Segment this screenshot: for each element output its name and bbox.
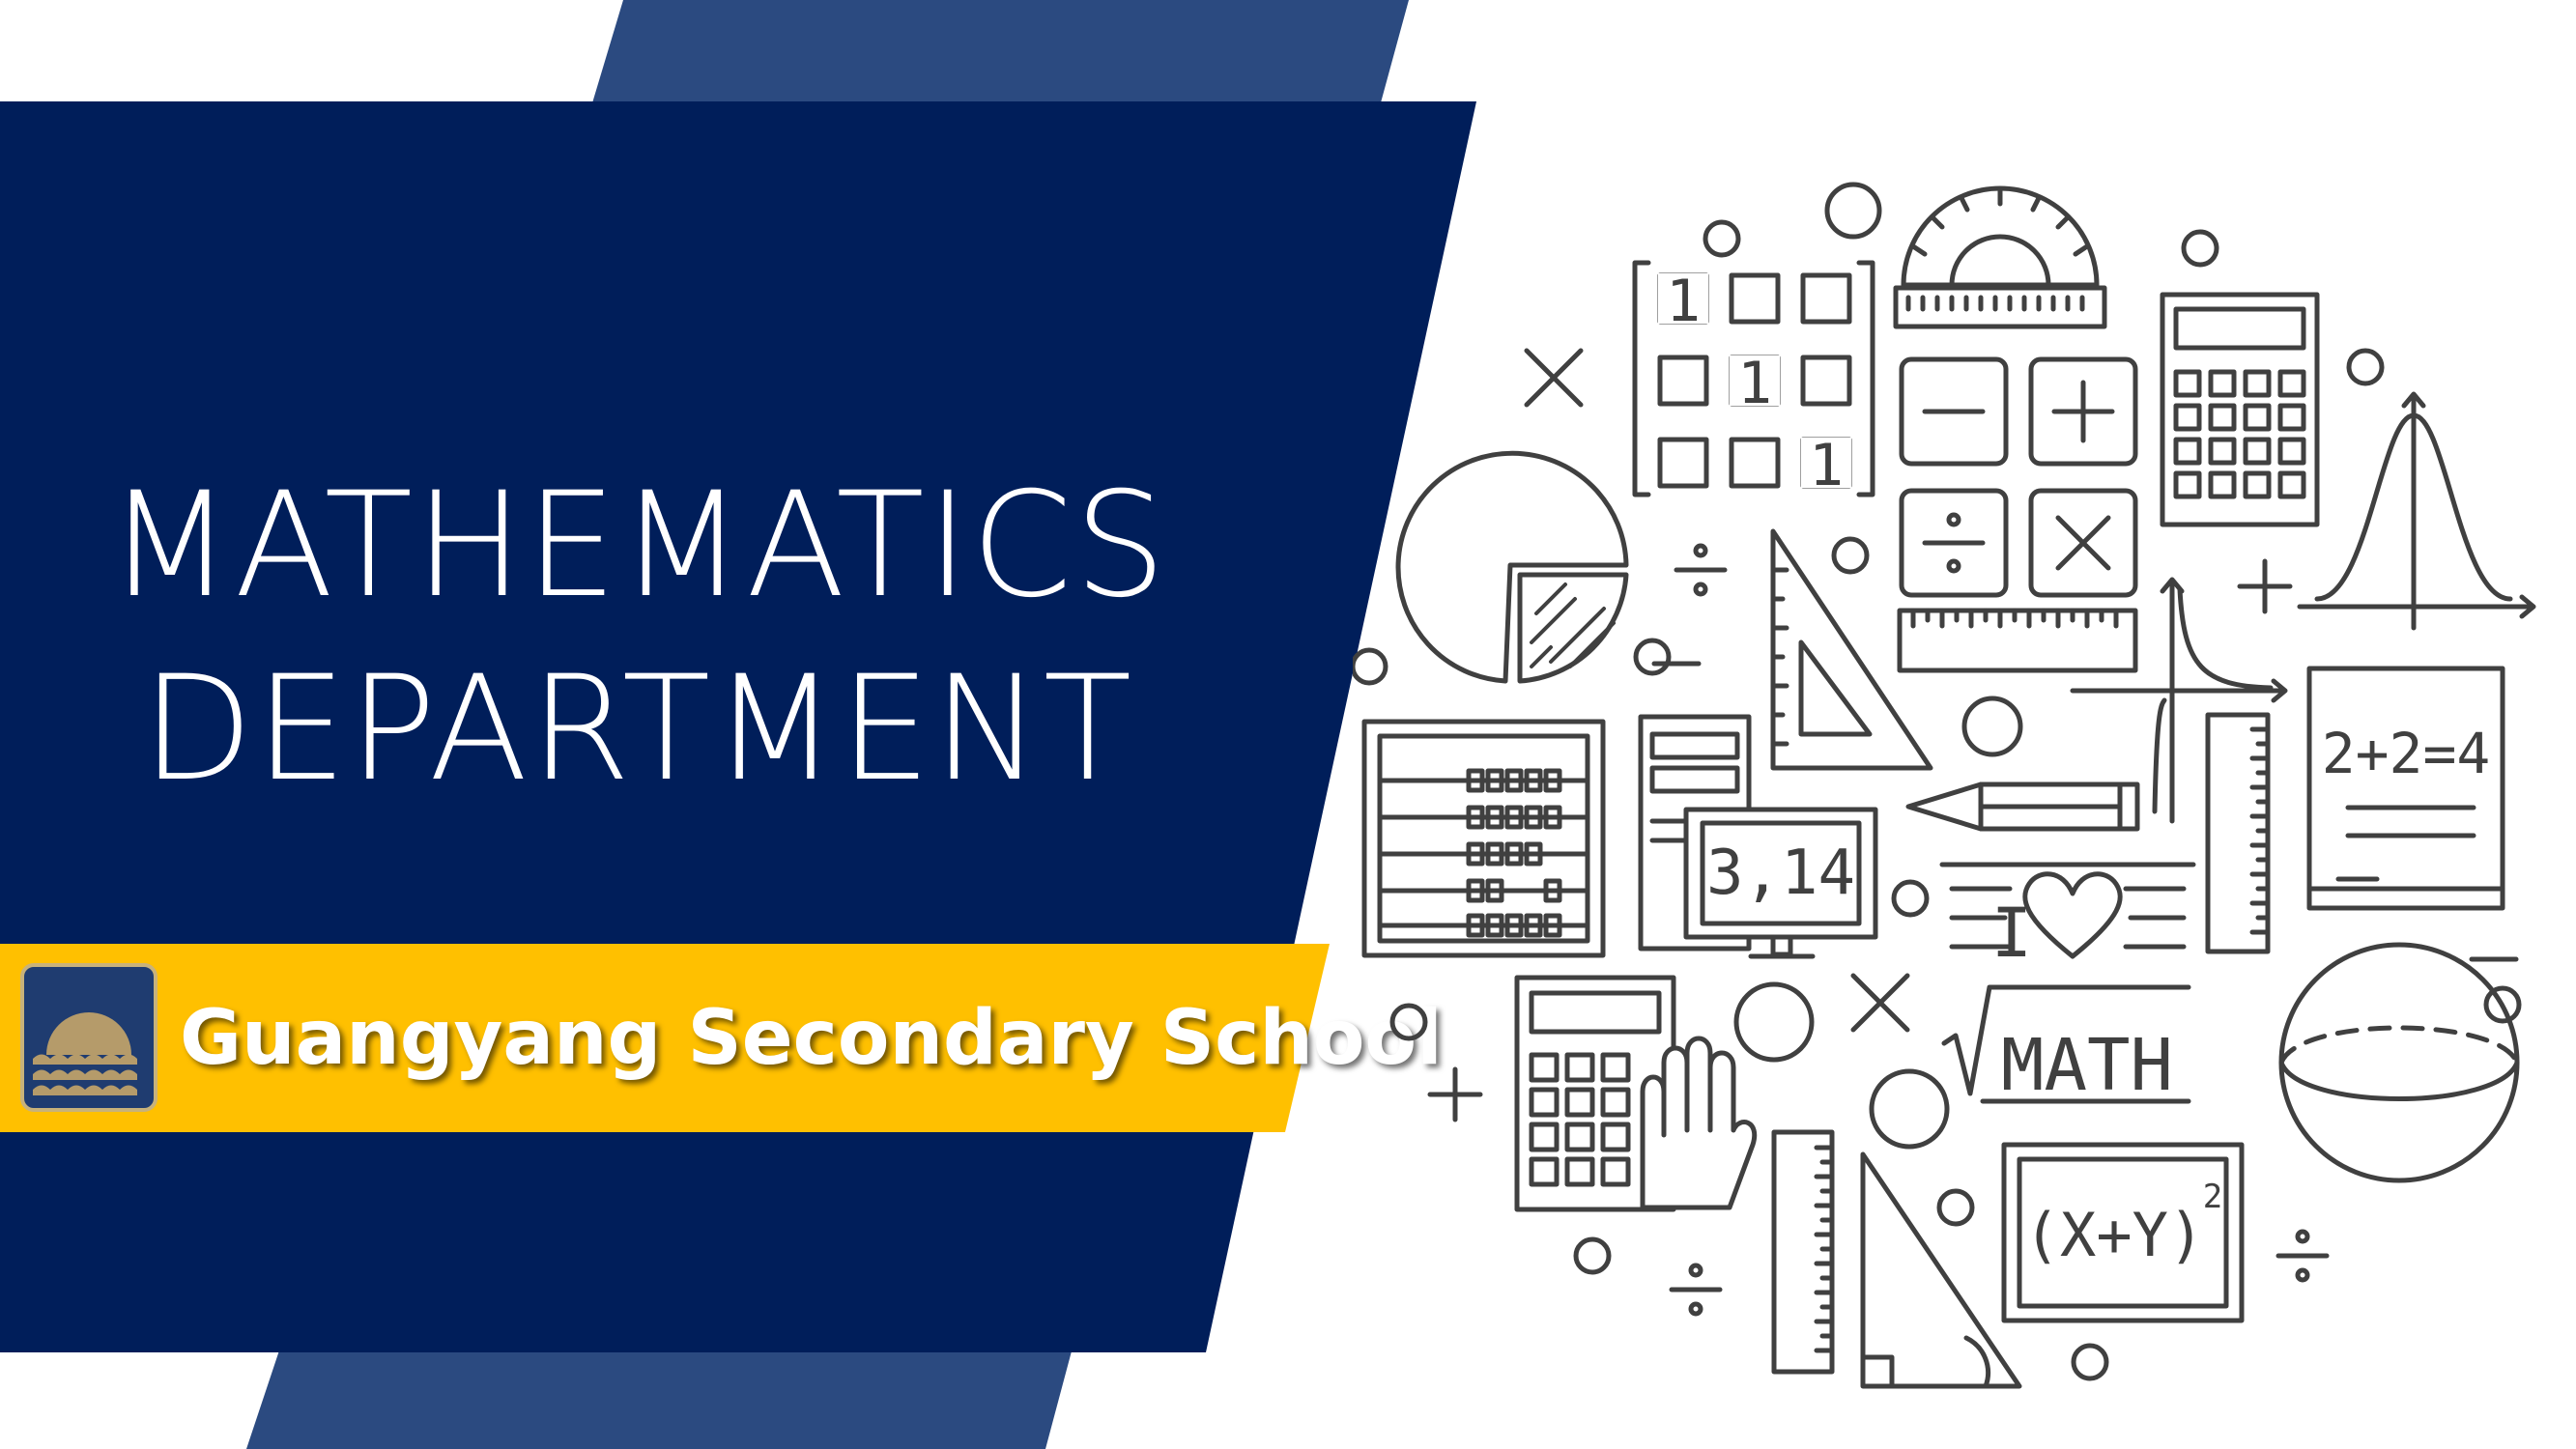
sphere-icon [2278, 942, 2520, 1183]
circle-icon [1353, 647, 1388, 686]
abacus-icon [1361, 719, 1606, 958]
ruler-icon [1771, 1129, 1835, 1375]
blackboard-equation: 2+2=4 [2322, 721, 2491, 786]
love-math-icon [1939, 862, 2196, 959]
calculator-icon [2160, 292, 2320, 527]
circle-icon [1703, 219, 1741, 258]
hand-icon [1640, 1036, 1758, 1210]
bell-curve-icon [2297, 391, 2536, 631]
formula-exponent: 2 [2203, 1178, 2222, 1216]
divide-icon [1674, 543, 1728, 597]
multiply-icon [1850, 973, 1910, 1033]
set-square-icon [1860, 1151, 2022, 1389]
matrix-cell: 1 [1737, 350, 1772, 417]
set-square-icon [1770, 528, 1933, 771]
ruler-icon [1897, 608, 2138, 673]
plus-icon [1427, 1066, 1483, 1122]
title-line-1: MATHEMATICS [107, 462, 1168, 630]
school-logo [20, 963, 157, 1112]
title-line-2: DEPARTMENT [141, 645, 1134, 813]
ruler-icon [2205, 712, 2271, 954]
circle-icon [1869, 1068, 1950, 1150]
circle-icon [2346, 348, 2385, 386]
circle-icon [1389, 1003, 1428, 1041]
protractor-icon [1893, 185, 2107, 329]
page-title: MATHEMATICS DEPARTMENT [87, 454, 1188, 821]
multiply-icon [1524, 348, 1584, 408]
circle-icon [1961, 696, 2023, 757]
circle-icon [2071, 1343, 2109, 1381]
matrix-cell: 1 [1666, 268, 1701, 335]
math-doodle-illustration: 1 1 1 2+2=4 3,14 I MATH (X+Y) 2 [1353, 182, 2536, 1389]
circle-icon [1936, 1188, 1975, 1227]
circle-icon [1733, 981, 1815, 1063]
circle-icon [1824, 182, 1882, 240]
sqrt-math-text: MATH [2001, 1024, 2173, 1107]
love-text: I [1991, 894, 2032, 973]
circle-icon [1891, 879, 1930, 918]
circle-icon [2181, 229, 2219, 268]
formula-text: (X+Y) [2024, 1200, 2205, 1270]
circle-icon [1573, 1236, 1612, 1275]
heart-icon [2022, 871, 2123, 959]
blackboard-icon [2306, 666, 2505, 911]
operator-keys-icon [1899, 356, 2138, 598]
divide-icon [2275, 1229, 2330, 1283]
matrix-cell: 1 [1809, 432, 1844, 499]
pencil-icon [1905, 781, 2140, 832]
school-name: Guangyang Secondary School [180, 995, 1443, 1082]
divide-icon [1669, 1263, 1723, 1317]
plus-icon [2237, 558, 2293, 614]
top-blue-stripe [591, 0, 1409, 106]
monitor-display: 3,14 [1706, 838, 1855, 909]
pie-chart-icon [1395, 450, 1629, 684]
circle-icon [1831, 536, 1870, 575]
circle-icon [1633, 638, 1672, 676]
bottom-blue-stripe [246, 1348, 1073, 1449]
